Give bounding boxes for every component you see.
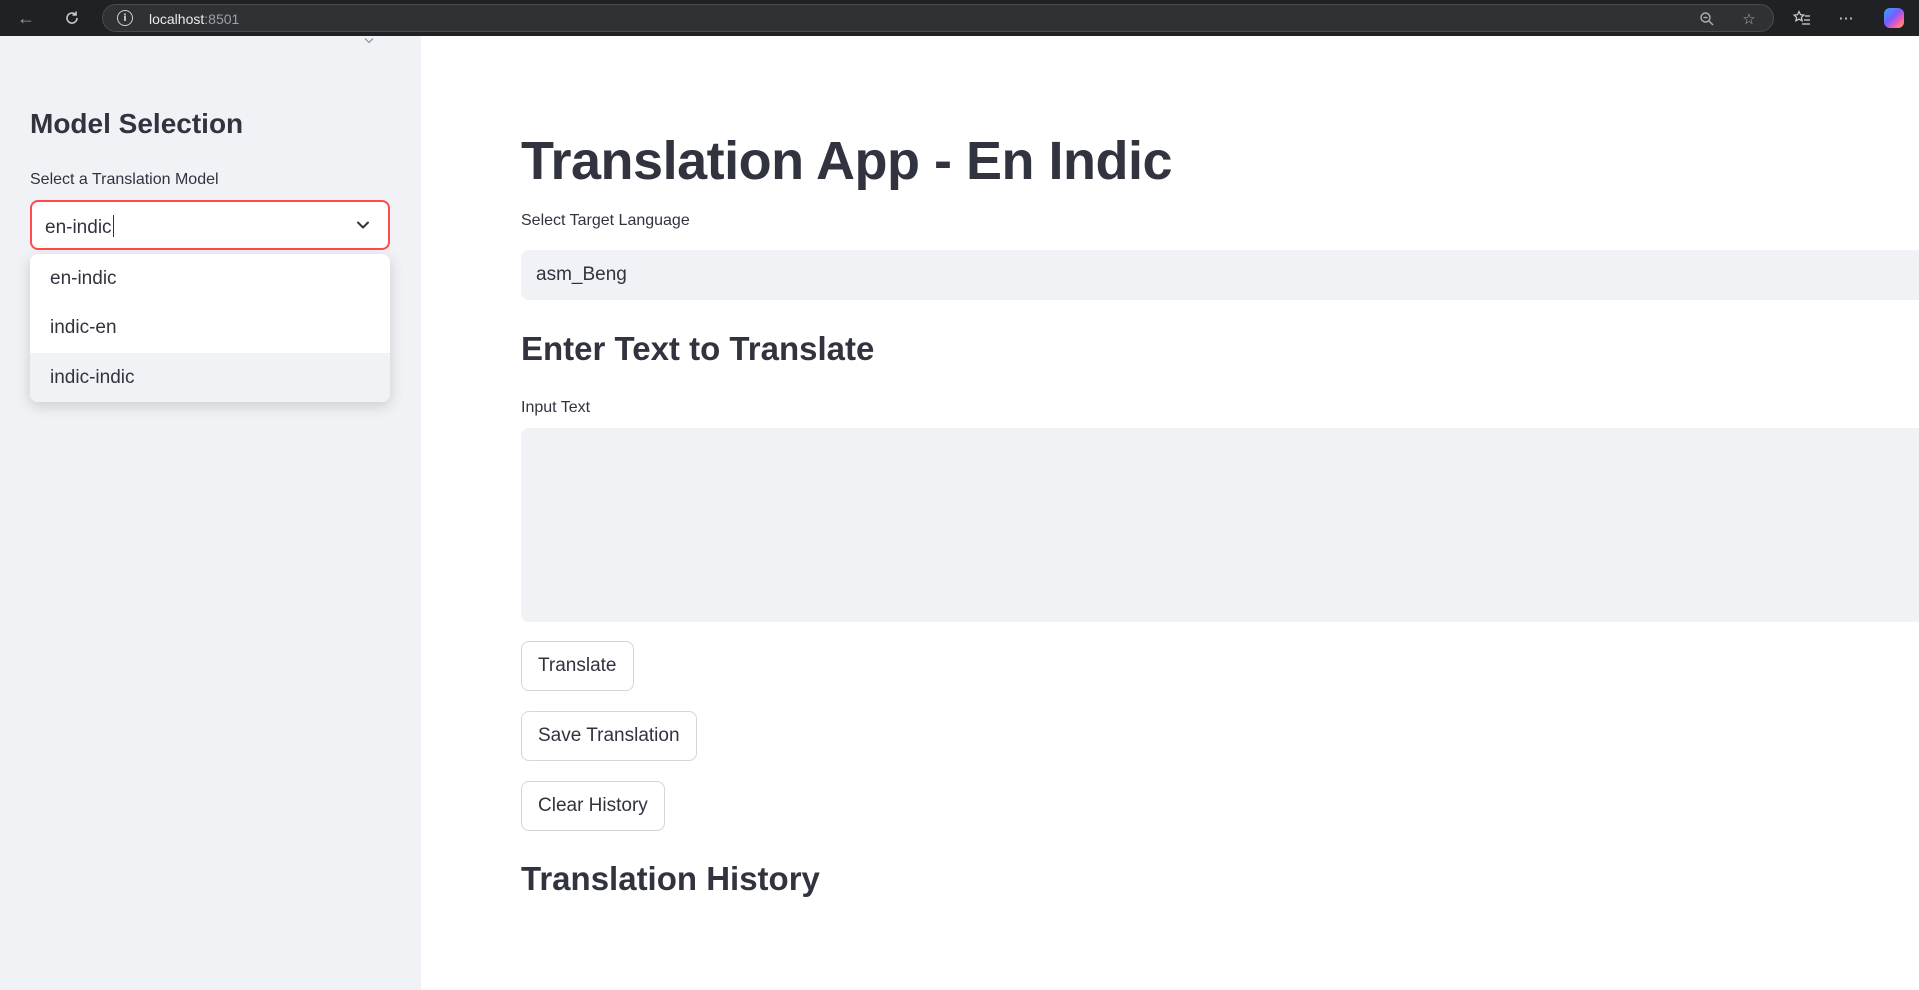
model-dropdown-menu: en-indic indic-en indic-indic (30, 254, 390, 402)
url-text: localhost:8501 (149, 11, 239, 27)
clear-history-button[interactable]: Clear History (521, 781, 665, 831)
dropdown-option-en-indic[interactable]: en-indic (30, 254, 390, 304)
text-cursor (112, 215, 115, 237)
model-select-label: Select a Translation Model (30, 171, 219, 188)
sidebar-title: Model Selection (30, 108, 244, 139)
url-port: :8501 (204, 11, 240, 27)
translate-button[interactable]: Translate (521, 641, 634, 691)
address-bar[interactable]: i localhost:8501 ☆ (102, 4, 1774, 32)
model-select[interactable]: en-indic (30, 200, 390, 250)
history-heading: Translation History (521, 860, 820, 897)
sidebar: Model Selection Select a Translation Mod… (0, 36, 421, 990)
target-language-label: Select Target Language (521, 212, 690, 229)
dropdown-option-indic-indic[interactable]: indic-indic (30, 353, 390, 402)
dropdown-option-indic-en[interactable]: indic-en (30, 304, 390, 354)
refresh-icon[interactable] (60, 6, 84, 30)
zoom-out-icon[interactable] (1697, 9, 1717, 29)
input-section-heading: Enter Text to Translate (521, 330, 875, 367)
target-language-value[interactable]: asm_Beng (536, 264, 627, 286)
star-icon[interactable]: ☆ (1739, 9, 1759, 29)
save-translation-button[interactable]: Save Translation (521, 711, 697, 761)
url-host: localhost (149, 11, 205, 27)
sidebar-collapse-icon[interactable] (364, 36, 374, 44)
browser-toolbar: ← i localhost:8501 ☆ ··· (0, 0, 1919, 36)
model-select-value-wrap[interactable]: en-indic (45, 215, 115, 239)
input-text-label: Input Text (521, 399, 591, 416)
chevron-down-icon[interactable] (354, 216, 372, 234)
model-select-value[interactable]: en-indic (45, 217, 112, 238)
page-title: Translation App - En Indic (521, 131, 1173, 191)
target-language-select[interactable]: asm_Beng (521, 250, 1919, 300)
input-text-area[interactable] (521, 428, 1919, 622)
info-icon[interactable]: i (117, 10, 133, 26)
favorites-icon[interactable] (1790, 6, 1814, 30)
more-icon[interactable]: ··· (1834, 6, 1858, 30)
main-content: Translation App - En Indic Select Target… (421, 36, 1919, 990)
copilot-icon[interactable] (1884, 8, 1904, 28)
back-arrow-icon[interactable]: ← (14, 6, 38, 30)
